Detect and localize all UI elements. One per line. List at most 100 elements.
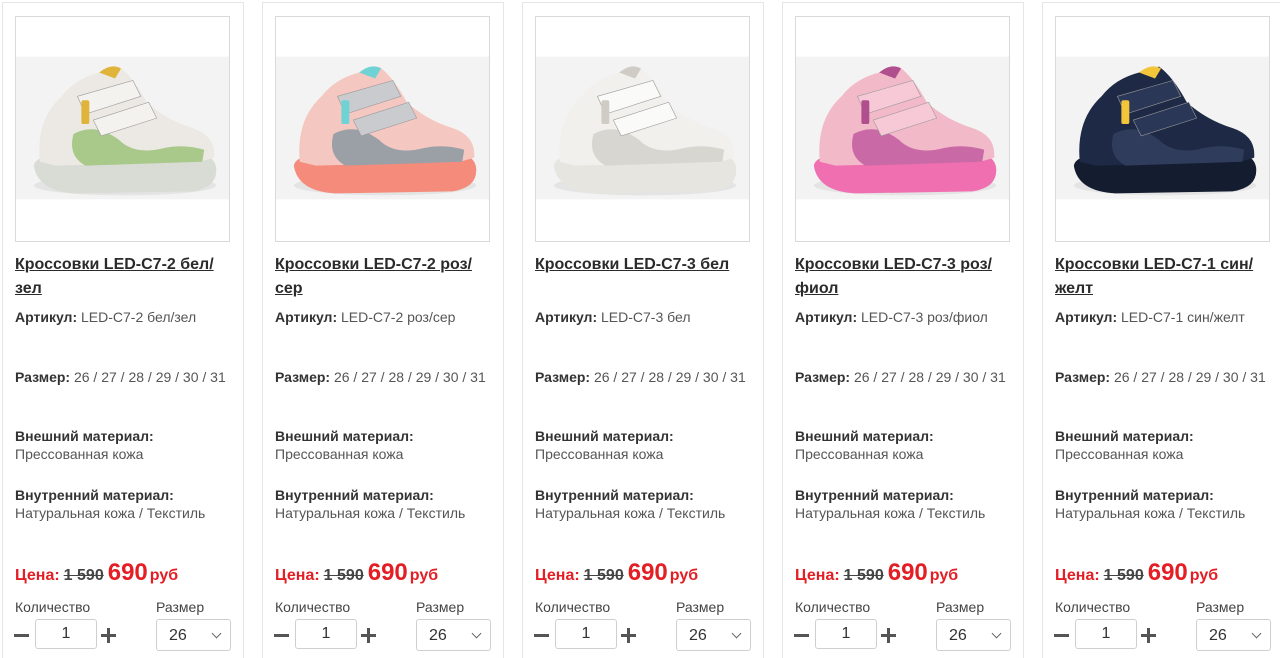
new-price: 690 — [367, 559, 408, 586]
size-spec: Размер: 26 / 27 / 28 / 29 / 30 / 31 — [535, 368, 757, 386]
new-price: 690 — [627, 559, 668, 586]
size-value: 26 / 27 / 28 / 29 / 30 / 31 — [333, 369, 486, 385]
product-title[interactable]: Кроссовки LED-C7-3 роз/фиол — [795, 253, 1017, 301]
product-title[interactable]: Кроссовки LED-C7-1 син/желт — [1055, 253, 1277, 301]
size-select-label: Размер — [156, 599, 205, 615]
quantity-input[interactable] — [815, 619, 877, 649]
minus-icon[interactable] — [273, 625, 291, 645]
outer-material-label: Внешний материал: — [275, 428, 414, 444]
product-title[interactable]: Кроссовки LED-C7-2 роз/сер — [275, 253, 497, 301]
product-card: Кроссовки LED-C7-3 роз/фиол Артикул: LED… — [782, 2, 1024, 658]
size-select[interactable]: 26 — [936, 619, 1011, 651]
size-select[interactable]: 26 — [676, 619, 751, 651]
article-spec: Артикул: LED-C7-3 роз/фиол — [795, 308, 1017, 326]
quantity-label: Количество — [15, 599, 91, 615]
price: Цена: 1 590 690 руб — [1055, 559, 1280, 587]
inner-material-spec: Внутренний материал: Натуральная кожа / … — [1055, 486, 1277, 522]
price: Цена: 1 590 690 руб — [15, 559, 245, 587]
size-label: Размер: — [795, 369, 851, 385]
quantity-input[interactable] — [1075, 619, 1137, 649]
chevron-down-icon — [991, 628, 1002, 639]
product-title[interactable]: Кроссовки LED-C7-2 бел/зел — [15, 253, 237, 301]
outer-material-label: Внешний материал: — [15, 428, 154, 444]
chevron-down-icon — [731, 628, 742, 639]
old-price: 1 590 — [1103, 567, 1144, 584]
outer-material-value: Прессованная кожа — [15, 446, 144, 462]
quantity-input[interactable] — [35, 619, 97, 649]
outer-material-label: Внешний материал: — [535, 428, 674, 444]
old-price: 1 590 — [583, 567, 624, 584]
minus-icon[interactable] — [533, 625, 551, 645]
inner-material-value: Натуральная кожа / Текстиль — [1055, 505, 1246, 521]
inner-material-spec: Внутренний материал: Натуральная кожа / … — [795, 486, 1017, 522]
sneaker-image — [16, 17, 229, 241]
inner-material-label: Внутренний материал: — [795, 487, 954, 503]
size-select-label: Размер — [676, 599, 725, 615]
size-select[interactable]: 26 — [416, 619, 491, 651]
size-value: 26 / 27 / 28 / 29 / 30 / 31 — [1113, 369, 1266, 385]
plus-icon[interactable] — [620, 625, 638, 645]
product-card: Кроссовки LED-C7-1 син/желт Артикул: LED… — [1042, 2, 1280, 658]
minus-icon[interactable] — [13, 625, 31, 645]
product-title[interactable]: Кроссовки LED-C7-3 бел — [535, 253, 757, 277]
quantity-input[interactable] — [555, 619, 617, 649]
size-spec: Размер: 26 / 27 / 28 / 29 / 30 / 31 — [1055, 368, 1277, 386]
quantity-input[interactable] — [295, 619, 357, 649]
size-value: 26 / 27 / 28 / 29 / 30 / 31 — [593, 369, 746, 385]
product-image[interactable] — [15, 16, 230, 242]
size-select[interactable]: 26 — [156, 619, 231, 651]
sneaker-image — [536, 17, 749, 241]
minus-icon[interactable] — [1053, 625, 1071, 645]
article-value: LED-C7-3 бел — [601, 309, 691, 325]
article-label: Артикул: — [535, 309, 598, 325]
size-spec: Размер: 26 / 27 / 28 / 29 / 30 / 31 — [795, 368, 1017, 386]
size-select-label: Размер — [1196, 599, 1245, 615]
quantity-label: Количество — [275, 599, 351, 615]
outer-material-label: Внешний материал: — [795, 428, 934, 444]
size-select-label: Размер — [416, 599, 465, 615]
inner-material-label: Внутренний материал: — [1055, 487, 1214, 503]
outer-material-spec: Внешний материал: Прессованная кожа — [15, 427, 237, 463]
article-spec: Артикул: LED-C7-1 син/желт — [1055, 308, 1277, 326]
plus-icon[interactable] — [880, 625, 898, 645]
minus-icon[interactable] — [793, 625, 811, 645]
new-price: 690 — [107, 559, 148, 586]
inner-material-value: Натуральная кожа / Текстиль — [795, 505, 986, 521]
article-spec: Артикул: LED-C7-2 бел/зел — [15, 308, 237, 326]
sneaker-image — [276, 17, 489, 241]
product-card: Кроссовки LED-C7-2 бел/зел Артикул: LED-… — [2, 2, 244, 658]
product-image[interactable] — [795, 16, 1010, 242]
plus-icon[interactable] — [360, 625, 378, 645]
size-spec: Размер: 26 / 27 / 28 / 29 / 30 / 31 — [15, 368, 237, 386]
inner-material-label: Внутренний материал: — [15, 487, 174, 503]
product-image[interactable] — [1055, 16, 1270, 242]
new-price: 690 — [887, 559, 928, 586]
inner-material-spec: Внутренний материал: Натуральная кожа / … — [535, 486, 757, 522]
outer-material-value: Прессованная кожа — [795, 446, 924, 462]
new-price: 690 — [1147, 559, 1188, 586]
size-select-value: 26 — [689, 627, 707, 644]
sneaker-image — [796, 17, 1009, 241]
size-select[interactable]: 26 — [1196, 619, 1271, 651]
size-select-value: 26 — [1209, 627, 1227, 644]
inner-material-value: Натуральная кожа / Текстиль — [535, 505, 726, 521]
product-image[interactable] — [535, 16, 750, 242]
inner-material-spec: Внутренний материал: Натуральная кожа / … — [15, 486, 237, 522]
plus-icon[interactable] — [100, 625, 118, 645]
price: Цена: 1 590 690 руб — [535, 559, 765, 587]
price-label: Цена: — [535, 567, 580, 584]
currency: руб — [929, 567, 959, 584]
sneaker-image — [1056, 17, 1269, 241]
article-spec: Артикул: LED-C7-2 роз/сер — [275, 308, 497, 326]
product-image[interactable] — [275, 16, 490, 242]
currency: руб — [149, 567, 179, 584]
price-label: Цена: — [15, 567, 60, 584]
article-value: LED-C7-3 роз/фиол — [861, 309, 988, 325]
quantity-label: Количество — [795, 599, 871, 615]
quantity-label: Количество — [1055, 599, 1131, 615]
price-label: Цена: — [275, 567, 320, 584]
inner-material-value: Натуральная кожа / Текстиль — [15, 505, 206, 521]
size-select-value: 26 — [169, 627, 187, 644]
plus-icon[interactable] — [1140, 625, 1158, 645]
inner-material-value: Натуральная кожа / Текстиль — [275, 505, 466, 521]
